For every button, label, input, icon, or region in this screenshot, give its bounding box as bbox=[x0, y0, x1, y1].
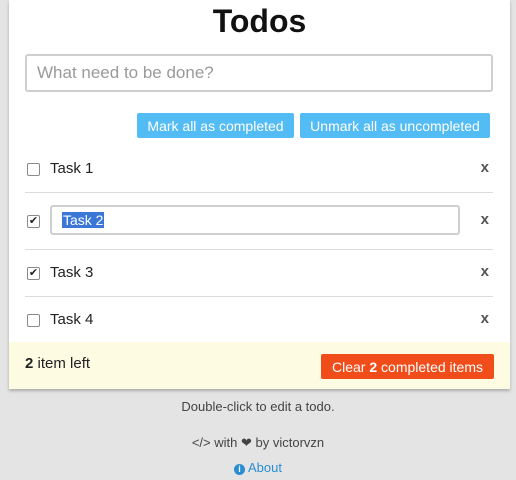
author-credit: by victorvzn bbox=[251, 435, 325, 450]
todo-checkbox[interactable]: ✔ bbox=[27, 267, 40, 280]
page-title: Todos bbox=[212, 3, 307, 39]
delete-icon[interactable]: x bbox=[481, 263, 489, 280]
credit-line: </> with ❤ by victorvzn bbox=[0, 435, 516, 451]
items-left-label: item left bbox=[33, 355, 91, 372]
code-prefix: </> with bbox=[191, 435, 241, 450]
clear-count: 2 bbox=[369, 358, 378, 375]
todo-item: ✔ Task 3 x bbox=[25, 250, 493, 297]
todo-label[interactable]: Task 3 bbox=[50, 264, 93, 281]
heart-icon: ❤ bbox=[240, 435, 252, 450]
todo-footer: 2 item left Clear 2 completed items bbox=[9, 342, 510, 389]
todo-item: Task 4 x bbox=[25, 297, 493, 344]
about-link[interactable]: i About bbox=[0, 460, 516, 475]
items-left-count: 2 item left bbox=[25, 355, 90, 372]
mark-all-completed-button[interactable]: Mark all as completed bbox=[137, 113, 294, 138]
clear-completed-button[interactable]: Clear 2 completed items bbox=[321, 354, 494, 379]
todo-edit-selected-text: Task 2 bbox=[62, 212, 105, 228]
clear-suffix: completed items bbox=[377, 358, 483, 375]
todo-item: Task 1 x bbox=[25, 146, 493, 193]
todo-item: ✔ Task 2 x bbox=[25, 193, 493, 250]
edit-hint: Double-click to edit a todo. bbox=[181, 399, 335, 414]
todo-card: Todos Mark all as completed Unmark all a… bbox=[9, 0, 510, 389]
todo-edit-field[interactable]: Task 2 bbox=[50, 205, 460, 235]
delete-icon[interactable]: x bbox=[481, 159, 489, 176]
todo-checkbox[interactable]: ✔ bbox=[27, 215, 40, 228]
about-label[interactable]: About bbox=[248, 460, 282, 475]
new-todo-input[interactable] bbox=[25, 54, 493, 92]
unmark-all-button[interactable]: Unmark all as uncompleted bbox=[300, 113, 490, 138]
todo-checkbox[interactable] bbox=[27, 163, 40, 176]
todo-label[interactable]: Task 4 bbox=[50, 311, 93, 328]
todo-checkbox[interactable] bbox=[27, 314, 40, 327]
clear-prefix: Clear bbox=[332, 358, 370, 375]
delete-icon[interactable]: x bbox=[481, 211, 489, 228]
todo-label[interactable]: Task 1 bbox=[50, 160, 93, 177]
info-icon: i bbox=[234, 464, 245, 475]
delete-icon[interactable]: x bbox=[481, 310, 489, 327]
